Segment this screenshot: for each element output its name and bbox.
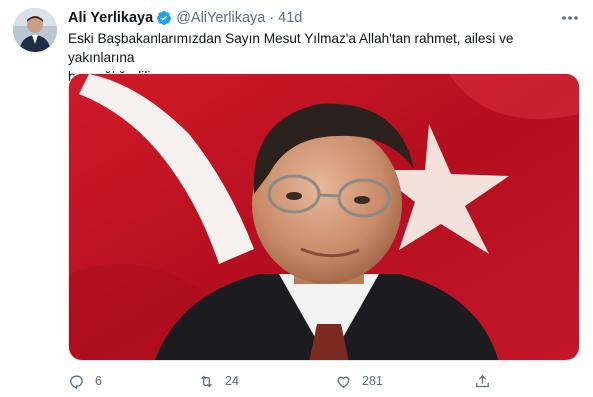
retweet-button[interactable]: 24 bbox=[198, 371, 239, 391]
more-options-icon[interactable] bbox=[559, 8, 581, 28]
reply-count: 6 bbox=[95, 374, 102, 388]
retweet-count: 24 bbox=[225, 374, 239, 388]
author-handle[interactable]: @AliYerlikaya bbox=[176, 10, 265, 26]
tweet-header: Ali Yerlikaya @AliYerlikaya · 41d bbox=[68, 9, 302, 27]
author-name[interactable]: Ali Yerlikaya bbox=[68, 10, 153, 26]
share-button[interactable] bbox=[474, 371, 491, 391]
tweet-card[interactable]: Ali Yerlikaya @AliYerlikaya · 41d Eski B… bbox=[0, 0, 593, 397]
verified-badge-icon bbox=[156, 10, 172, 26]
heart-icon bbox=[337, 376, 350, 388]
like-button[interactable]: 281 bbox=[335, 371, 383, 391]
avatar[interactable] bbox=[13, 8, 57, 52]
reply-icon bbox=[70, 375, 83, 390]
tweet-actions: 6 24 281 bbox=[68, 371, 508, 391]
retweet-icon bbox=[201, 375, 212, 387]
reply-button[interactable]: 6 bbox=[68, 371, 102, 391]
like-count: 281 bbox=[362, 374, 383, 388]
separator-dot: · bbox=[269, 10, 275, 26]
tweet-timestamp[interactable]: 41d bbox=[278, 10, 302, 26]
tweet-photo[interactable] bbox=[68, 73, 580, 361]
share-icon bbox=[476, 374, 489, 387]
